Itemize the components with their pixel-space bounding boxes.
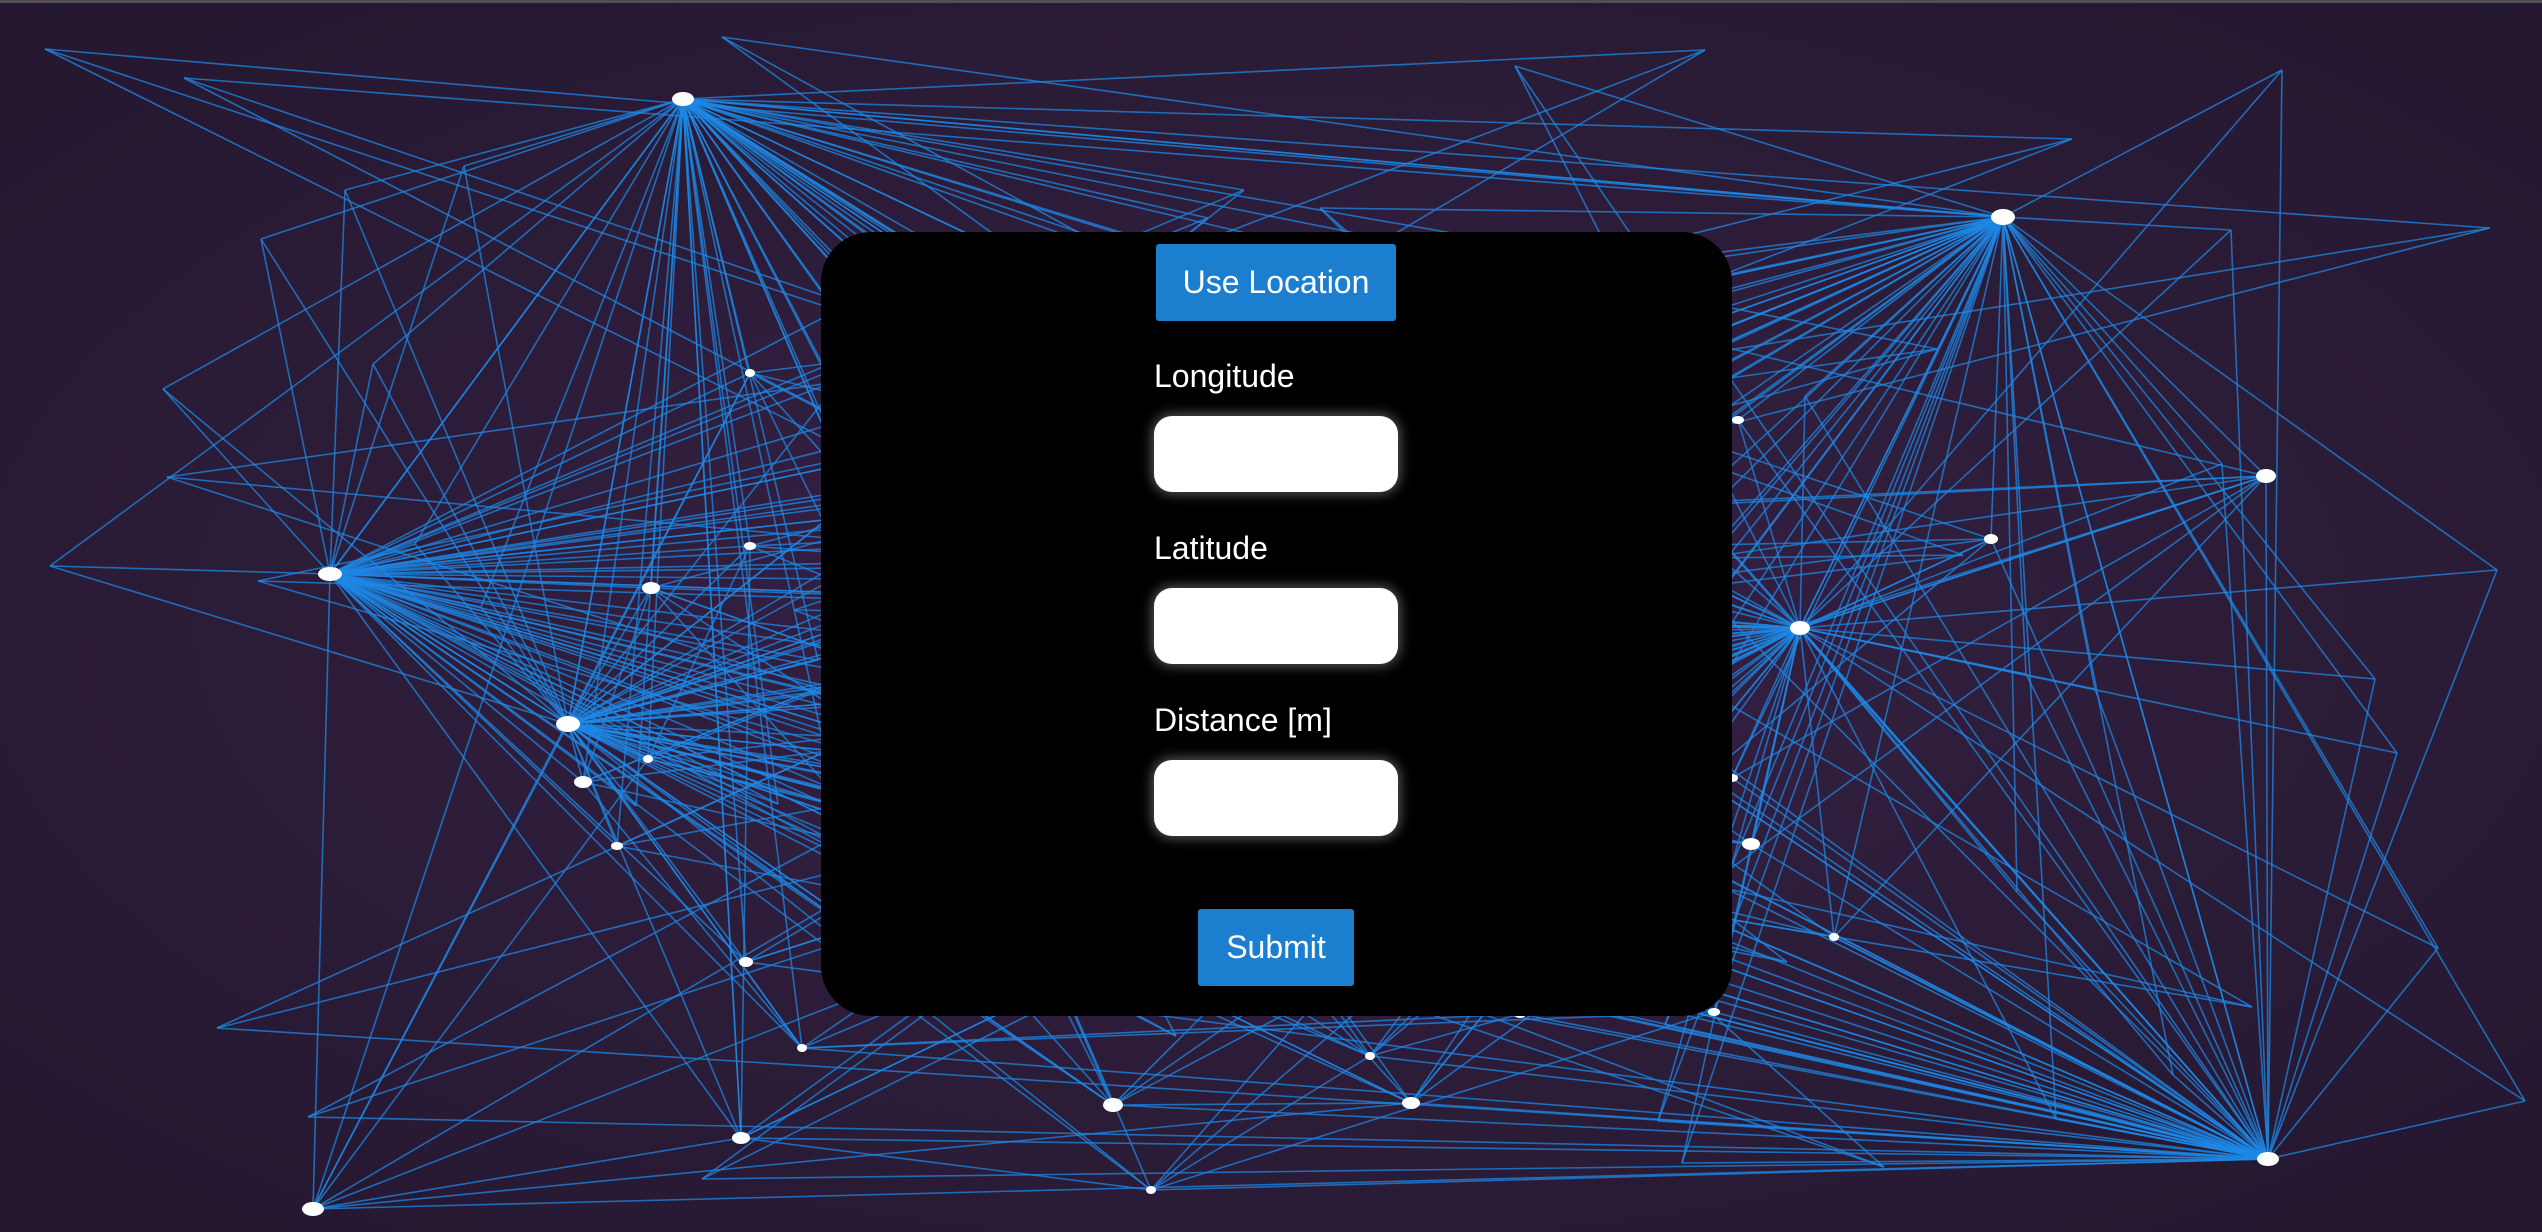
network-link xyxy=(463,98,684,167)
network-node xyxy=(1732,416,1744,424)
network-link xyxy=(740,1137,1152,1191)
network-node xyxy=(1984,534,1998,544)
network-link xyxy=(2002,216,2376,680)
network-link xyxy=(1112,1102,1412,1106)
network-link xyxy=(2267,569,2498,1160)
network-link xyxy=(701,1158,2269,1180)
network-node xyxy=(745,369,755,377)
network-link xyxy=(1799,627,2526,1102)
network-node xyxy=(732,1132,750,1144)
network-link xyxy=(329,189,346,575)
distance-label: Distance [m] xyxy=(1154,702,1332,738)
network-link xyxy=(162,388,331,575)
network-link xyxy=(260,98,684,240)
network-node xyxy=(1790,621,1810,635)
network-node xyxy=(643,755,653,763)
network-link xyxy=(260,238,331,575)
network-node xyxy=(2256,469,2276,483)
network-node xyxy=(2257,1152,2279,1166)
location-form-panel: Use Location Longitude Latitude Distance… xyxy=(821,232,1732,1016)
longitude-input[interactable] xyxy=(1154,416,1398,492)
network-link xyxy=(162,98,684,390)
network-link xyxy=(2267,752,2398,1160)
network-link xyxy=(721,36,2004,218)
network-link xyxy=(329,165,465,575)
network-link xyxy=(2267,947,2439,1160)
network-node xyxy=(302,1202,324,1216)
network-node xyxy=(1402,1097,1420,1109)
network-link xyxy=(312,1102,1412,1210)
network-node xyxy=(1829,933,1839,941)
network-node xyxy=(1103,1098,1123,1112)
network-link xyxy=(1150,1158,2269,1191)
network-link xyxy=(2002,216,2232,231)
use-location-button[interactable]: Use Location xyxy=(1156,244,1396,321)
longitude-label: Longitude xyxy=(1154,358,1295,394)
network-link xyxy=(682,49,1706,100)
network-link xyxy=(1731,777,2269,1160)
latitude-label: Latitude xyxy=(1154,530,1268,566)
network-link xyxy=(49,565,569,725)
distance-input[interactable] xyxy=(1154,760,1398,836)
submit-button[interactable]: Submit xyxy=(1198,909,1354,986)
network-link xyxy=(312,758,649,1210)
latitude-input[interactable] xyxy=(1154,588,1398,664)
network-node xyxy=(1146,1186,1156,1194)
network-node xyxy=(1708,1008,1720,1016)
network-link xyxy=(44,48,2004,218)
network-link xyxy=(1990,216,2004,540)
network-link xyxy=(801,1013,1521,1049)
network-link xyxy=(49,565,331,575)
network-node xyxy=(739,957,753,967)
network-node xyxy=(1991,209,2015,225)
network-node xyxy=(672,92,694,106)
network-node xyxy=(744,542,756,550)
network-node xyxy=(574,776,592,788)
network-link xyxy=(1804,395,2269,1160)
network-link xyxy=(2002,216,2498,571)
network-node xyxy=(1742,838,1760,850)
network-link xyxy=(312,372,751,1210)
network-link xyxy=(2267,1100,2526,1160)
network-node xyxy=(797,1044,807,1052)
network-node xyxy=(318,567,342,581)
network-link xyxy=(682,98,742,1139)
network-link xyxy=(1150,1055,1371,1191)
network-node xyxy=(556,716,580,732)
network-node xyxy=(1365,1052,1375,1060)
network-node xyxy=(642,582,660,594)
network-link xyxy=(2002,69,2283,218)
network-link xyxy=(307,1116,2269,1160)
network-node xyxy=(611,842,623,850)
network-link xyxy=(682,98,751,547)
network-link xyxy=(1799,69,2283,629)
network-link xyxy=(2267,69,2283,1160)
